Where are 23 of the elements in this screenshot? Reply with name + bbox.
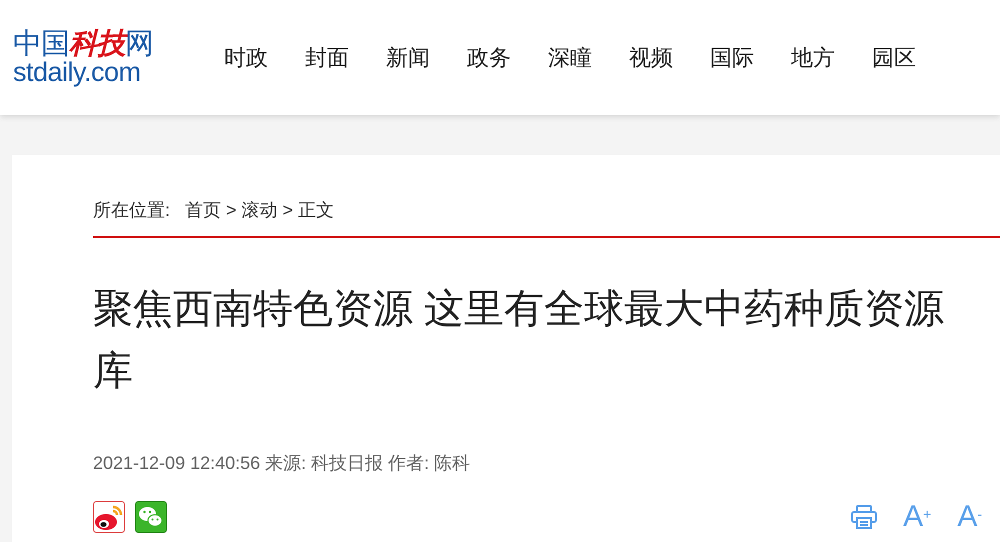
breadcrumb-link[interactable]: 正文 xyxy=(298,197,334,224)
nav-link[interactable]: 封面 xyxy=(305,41,349,74)
article-title: 聚焦西南特色资源 这里有全球最大中药种质资源库 xyxy=(93,286,946,395)
nav-link[interactable]: 园区 xyxy=(872,41,916,74)
weibo-icon[interactable] xyxy=(93,501,125,533)
nav-link[interactable]: 新闻 xyxy=(386,41,430,74)
nav-link[interactable]: 政务 xyxy=(467,41,511,74)
nav-link[interactable]: 地方 xyxy=(791,41,835,74)
site-logo[interactable]: 中国科技网 stdaily.com xyxy=(13,29,153,86)
wechat-icon[interactable] xyxy=(135,501,167,533)
breadcrumb-link[interactable]: 首页 xyxy=(185,197,222,224)
nav-link[interactable]: 深瞳 xyxy=(548,41,592,74)
breadcrumb-label: 所在位置: xyxy=(93,199,170,222)
breadcrumb-separator: > xyxy=(226,199,237,222)
nav-link[interactable]: 国际 xyxy=(710,41,754,74)
nav-link[interactable]: 视频 xyxy=(629,41,673,74)
nav-link[interactable]: 时政 xyxy=(224,41,268,74)
logo-domain: stdaily.com xyxy=(13,59,142,86)
logo-name: 中国科技网 xyxy=(13,29,153,58)
article-meta: 2021-12-09 12:40:56 来源: 科技日报 作者: 陈科 xyxy=(93,452,472,475)
breadcrumb-separator: > xyxy=(282,199,294,222)
print-icon[interactable] xyxy=(851,505,878,529)
breadcrumb-link[interactable]: 滚动 xyxy=(242,197,278,224)
